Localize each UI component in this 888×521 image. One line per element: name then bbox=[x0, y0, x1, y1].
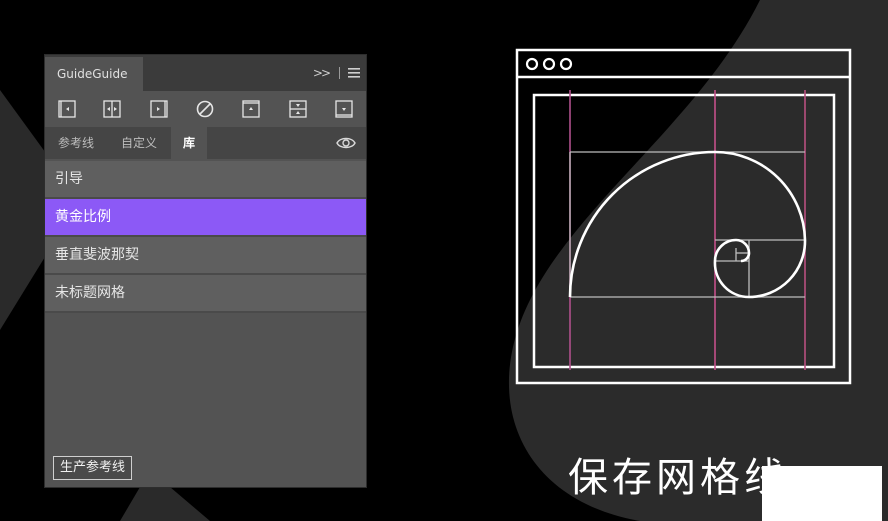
tab-guides[interactable]: 参考线 bbox=[49, 127, 103, 159]
list-item-untitled-grid[interactable]: 未标题网格 bbox=[45, 275, 366, 313]
generate-guides-button[interactable]: 生产参考线 bbox=[53, 456, 133, 480]
guide-center-horizontal-icon[interactable] bbox=[288, 99, 308, 119]
panel-title-tab[interactable]: GuideGuide bbox=[45, 57, 143, 91]
white-overlay-block bbox=[762, 466, 882, 521]
list-item-golden-ratio[interactable]: 黄金比例 bbox=[45, 199, 366, 237]
guide-bottom-icon[interactable] bbox=[334, 99, 354, 119]
guide-top-icon[interactable] bbox=[241, 99, 261, 119]
guideguide-panel: GuideGuide >> 参考线 自定义 库 引导 黄金比例 垂直斐波那契 未… bbox=[44, 54, 367, 488]
library-list: 引导 黄金比例 垂直斐波那契 未标题网格 bbox=[45, 161, 366, 313]
eye-icon[interactable] bbox=[336, 134, 356, 152]
list-item-vertical-fibonacci[interactable]: 垂直斐波那契 bbox=[45, 237, 366, 275]
tab-library[interactable]: 库 bbox=[171, 127, 207, 159]
guide-right-icon[interactable] bbox=[149, 99, 169, 119]
collapse-chevron-icon[interactable]: >> bbox=[313, 66, 331, 80]
tab-custom[interactable]: 自定义 bbox=[109, 127, 169, 159]
panel-header: GuideGuide >> bbox=[45, 55, 366, 91]
guide-toolbar bbox=[45, 91, 366, 127]
list-item-guide[interactable]: 引导 bbox=[45, 161, 366, 199]
panel-tabs: 参考线 自定义 库 bbox=[45, 127, 366, 159]
golden-ratio-window-illustration bbox=[515, 48, 852, 385]
save-grid-caption: 保存网格线 bbox=[568, 455, 788, 501]
clear-icon[interactable] bbox=[195, 99, 215, 119]
panel-header-controls: >> bbox=[313, 55, 360, 91]
header-divider bbox=[339, 67, 340, 79]
panel-menu-icon[interactable] bbox=[348, 68, 360, 78]
guide-center-vertical-icon[interactable] bbox=[102, 99, 122, 119]
guide-left-icon[interactable] bbox=[57, 99, 77, 119]
